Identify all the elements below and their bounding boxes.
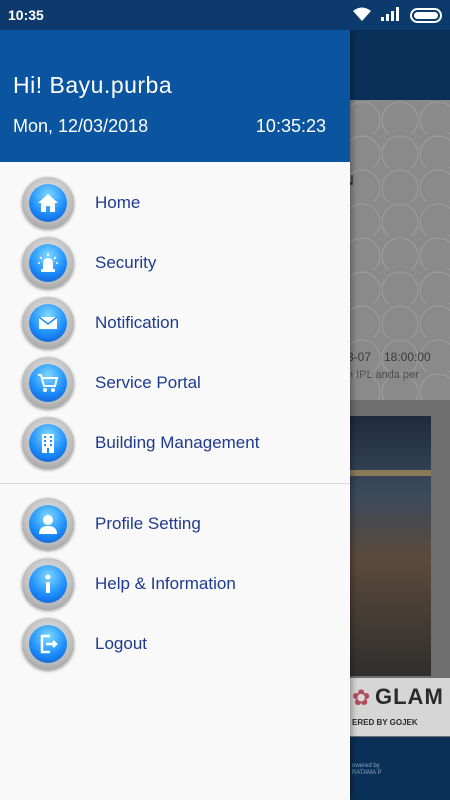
signal-icon: [380, 6, 402, 25]
user-icon: [22, 498, 74, 550]
status-time: 10:35: [8, 7, 44, 23]
menu-label-logout: Logout: [95, 634, 147, 653]
menu-item-help-information[interactable]: Help & Information: [0, 554, 350, 614]
menu-item-building-management[interactable]: Building Management: [0, 413, 350, 473]
status-bar: 10:35: [0, 0, 450, 30]
current-date: Mon, 12/03/2018: [13, 116, 149, 136]
menu-divider: [0, 483, 350, 484]
home-icon: [22, 177, 74, 229]
menu-label-profile-setting: Profile Setting: [95, 514, 201, 533]
building-icon: [22, 417, 74, 469]
menu-label-building-management: Building Management: [95, 433, 260, 452]
envelope-icon: [22, 297, 74, 349]
menu-item-notification[interactable]: Notification: [0, 293, 350, 353]
wifi-icon: [352, 6, 372, 25]
menu-label-security: Security: [95, 253, 157, 272]
battery-icon: [410, 8, 442, 23]
menu-label-notification: Notification: [95, 313, 180, 332]
current-time: 10:35:23: [255, 116, 326, 136]
drawer-header: Hi! Bayu.purba Mon, 12/03/2018 10:35:23: [0, 30, 350, 162]
background-news-time: 18:00:00: [384, 350, 431, 364]
status-icons: [352, 6, 442, 25]
background-photo: [350, 416, 431, 676]
background-news-desc: n IPL anda per: [347, 369, 419, 381]
menu-label-help-information: Help & Information: [95, 574, 236, 593]
logout-icon: [22, 618, 74, 670]
menu-item-logout[interactable]: Logout: [0, 614, 350, 674]
background-photo-detail: [350, 470, 431, 476]
shopping-cart-icon: [22, 357, 74, 409]
menu-item-security[interactable]: Security: [0, 233, 350, 293]
background-news-date: 3-07: [347, 350, 372, 364]
menu-item-profile-setting[interactable]: Profile Setting: [0, 494, 350, 554]
alarm-siren-icon: [22, 237, 74, 289]
background-promo-brand: GLAM: [375, 684, 444, 709]
menu-item-service-portal[interactable]: Service Portal: [0, 353, 350, 413]
background-footer-text: owered by RATAMA P: [352, 763, 382, 776]
menu-label-service-portal: Service Portal: [95, 373, 201, 392]
background-promo-powered: ERED BY GOJEK: [352, 718, 418, 727]
background-promo-logo-mark: ✿: [352, 685, 371, 710]
info-icon: [22, 558, 74, 610]
user-greeting: Hi! Bayu.purba: [13, 72, 173, 98]
menu-label-home: Home: [95, 193, 141, 212]
menu-item-home[interactable]: Home: [0, 173, 350, 233]
navigation-drawer: Hi! Bayu.purba Mon, 12/03/2018 10:35:23 …: [0, 30, 350, 800]
